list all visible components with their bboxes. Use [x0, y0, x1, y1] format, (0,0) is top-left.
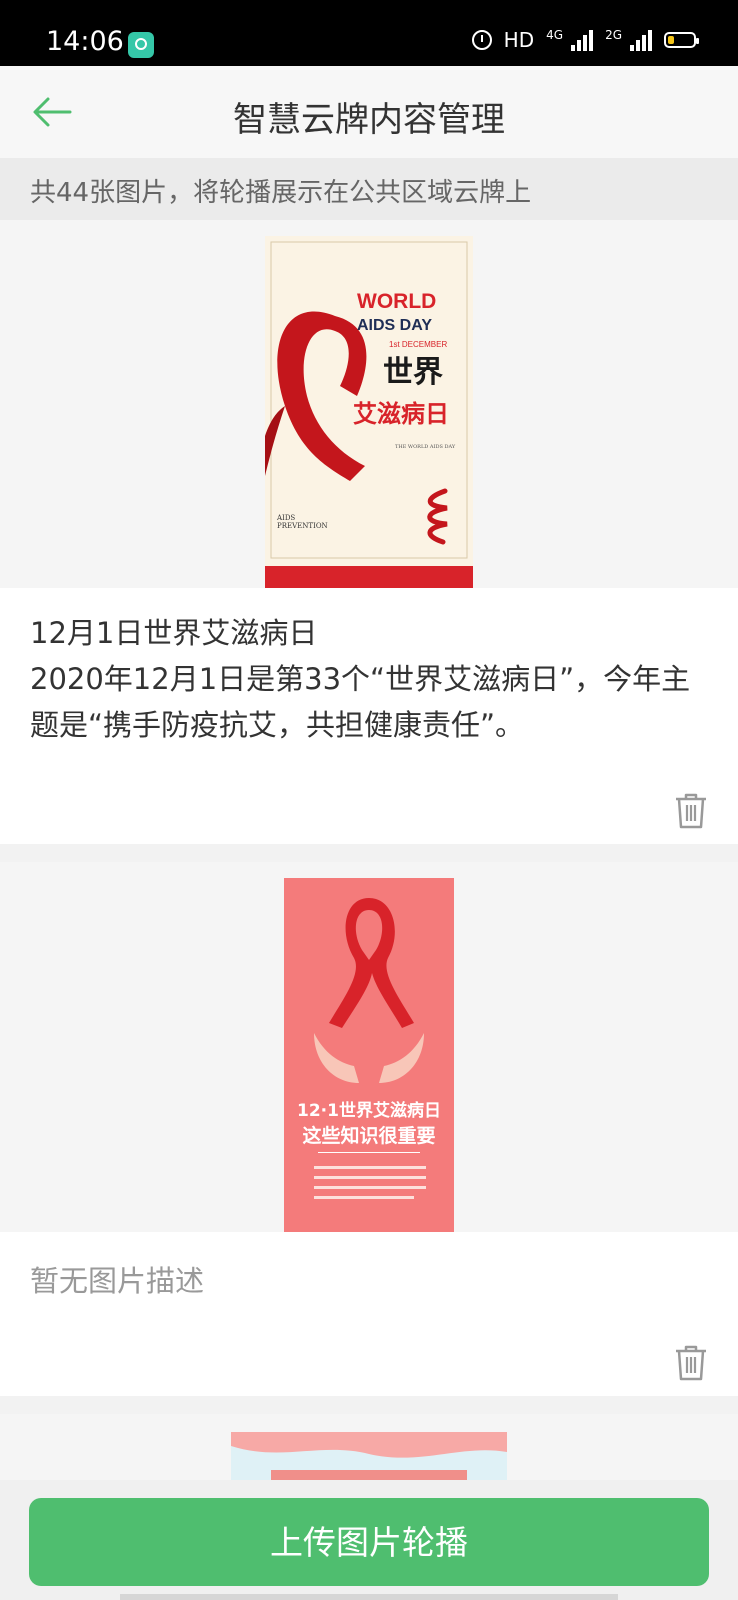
network-4g-label: 4G: [546, 28, 564, 42]
poster-subtitle: THE WORLD AIDS DAY: [395, 444, 456, 450]
card-image-area: WORLD AIDS DAY 1st DECEMBER 世界 艾滋病日 THE …: [0, 220, 738, 588]
poster-date: 1st DECEMBER: [389, 340, 447, 349]
poster-thumbnail[interactable]: [231, 1432, 507, 1480]
alarm-icon: [471, 30, 492, 50]
description-body: 2020年12月1日是第33个“世界艾滋病日”，今年主题是“携手防疫抗艾，共担健…: [30, 662, 691, 742]
poster-prevention-2: PREVENTION: [277, 522, 328, 530]
aids-knowledge-poster[interactable]: 12·1世界艾滋病日 这些知识很重要: [284, 878, 454, 1232]
trash-icon: [676, 793, 706, 829]
poster-prevention-1: AIDS: [276, 514, 295, 522]
image-description: 12月1日世界艾滋病日 2020年12月1日是第33个“世界艾滋病日”，今年主题…: [30, 610, 698, 748]
image-card: 12·1世界艾滋病日 这些知识很重要 暂无图片描述: [0, 862, 738, 1396]
poster-cn-title-2: 艾滋病日: [353, 399, 449, 428]
upload-images-button[interactable]: 上传图片轮播: [29, 1498, 709, 1586]
info-strip: 共44张图片，将轮播展示在公共区域云牌上: [0, 158, 738, 220]
poster-line1: 12·1世界艾滋病日: [297, 1100, 441, 1121]
delete-button[interactable]: [674, 792, 708, 830]
status-icons: HD 4G 2G: [471, 28, 699, 52]
bottom-bar: 上传图片轮播: [0, 1480, 738, 1600]
page-title: 智慧云牌内容管理: [233, 100, 505, 140]
image-count-text: 共44张图片，将轮播展示在公共区域云牌上: [30, 178, 532, 208]
status-bar: 14:06 HD 4G 2G: [0, 0, 738, 66]
image-description-empty: 暂无图片描述: [30, 1264, 205, 1298]
app-notification-icon: [128, 32, 154, 58]
home-indicator: [120, 1594, 618, 1600]
status-time: 14:06: [46, 26, 124, 57]
image-card: [0, 1414, 738, 1480]
network-2g-label: 2G: [605, 28, 622, 42]
signal-icon: [630, 29, 652, 51]
nav-bar: 智慧云牌内容管理: [0, 66, 738, 159]
poster-line2: 这些知识很重要: [302, 1124, 435, 1147]
card-image-area: 12·1世界艾滋病日 这些知识很重要: [0, 862, 738, 1232]
hd-label: HD: [503, 28, 535, 52]
image-card: WORLD AIDS DAY 1st DECEMBER 世界 艾滋病日 THE …: [0, 220, 738, 844]
battery-icon: [664, 32, 699, 48]
trash-icon: [676, 1345, 706, 1381]
delete-button[interactable]: [674, 1344, 708, 1382]
signal-icon: [571, 29, 594, 51]
poster-title-line2: AIDS DAY: [357, 317, 432, 334]
card-image-area: [0, 1414, 738, 1480]
world-aids-day-poster[interactable]: WORLD AIDS DAY 1st DECEMBER 世界 艾滋病日 THE …: [265, 236, 473, 588]
poster-title-line1: WORLD: [357, 290, 436, 313]
poster-cn-title-1: 世界: [383, 355, 443, 390]
description-title: 12月1日世界艾滋病日: [30, 616, 318, 650]
